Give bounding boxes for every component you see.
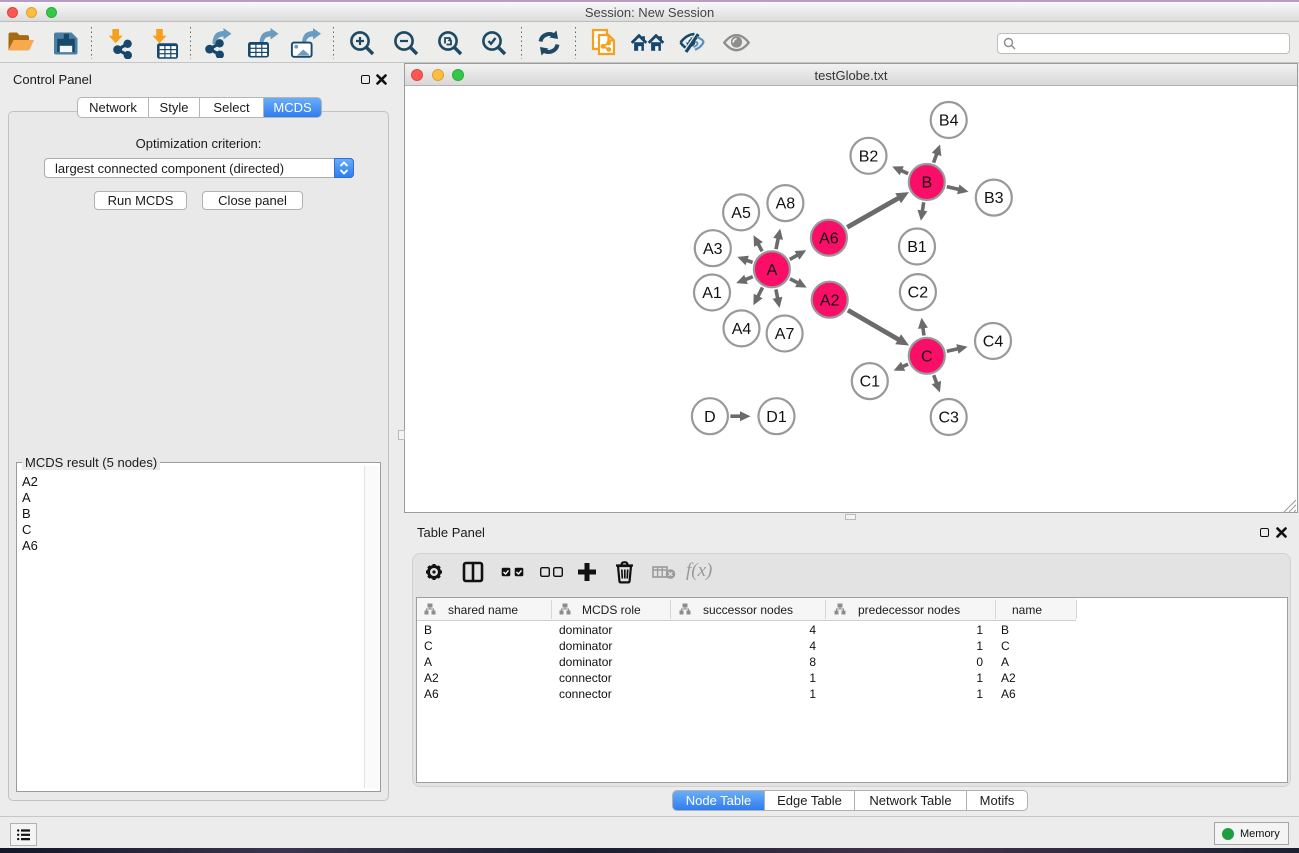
svg-text:A3: A3 — [703, 241, 723, 258]
svg-text:C3: C3 — [938, 410, 959, 427]
svg-text:B3: B3 — [984, 190, 1004, 207]
svg-text:A5: A5 — [731, 205, 751, 222]
svg-text:B: B — [921, 175, 932, 192]
svg-text:B1: B1 — [907, 239, 927, 256]
svg-text:B2: B2 — [859, 148, 879, 165]
svg-text:A6: A6 — [819, 230, 839, 247]
svg-text:A2: A2 — [820, 292, 840, 309]
svg-text:C2: C2 — [908, 285, 929, 302]
svg-text:C4: C4 — [983, 334, 1004, 351]
svg-text:A7: A7 — [775, 326, 795, 343]
svg-text:A1: A1 — [702, 285, 722, 302]
svg-text:C1: C1 — [860, 374, 881, 391]
svg-text:B4: B4 — [939, 113, 959, 130]
svg-text:D1: D1 — [766, 409, 787, 426]
svg-text:C: C — [921, 348, 933, 365]
svg-text:A: A — [767, 262, 778, 279]
svg-text:A4: A4 — [732, 321, 752, 338]
svg-text:A8: A8 — [776, 196, 796, 213]
svg-text:D: D — [704, 409, 716, 426]
